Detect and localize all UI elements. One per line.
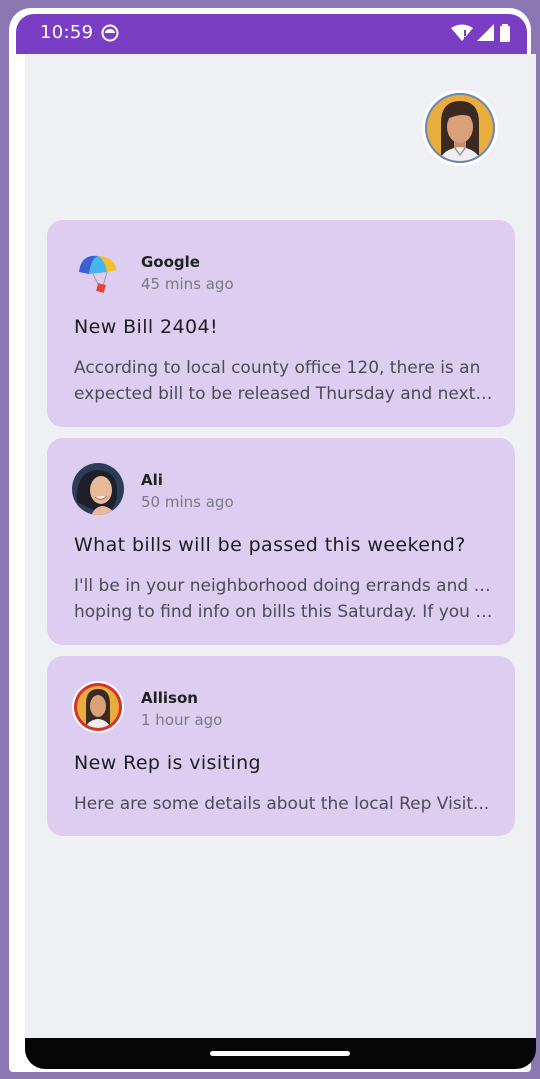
google-logo-icon: [79, 255, 117, 293]
cell-signal-icon: [477, 24, 494, 41]
sender-avatar: [72, 463, 124, 515]
notification-app-icon: [101, 24, 119, 42]
email-subject: New Bill 2404!: [74, 316, 218, 338]
email-preview: I'll be in your neighborhood doing erran…: [74, 573, 494, 625]
email-preview-line: Here are some details about the local Re…: [74, 794, 490, 814]
email-time: 1 hour ago: [141, 711, 223, 729]
status-icons: [451, 24, 511, 42]
email-card[interactable]: Ali 50 mins ago What bills will be passe…: [47, 438, 515, 645]
email-card[interactable]: Google 45 mins ago New Bill 2404! Accord…: [47, 220, 515, 427]
sender-avatar: [72, 681, 124, 733]
email-preview: Here are some details about the local Re…: [74, 791, 494, 817]
sender-name: Allison: [141, 689, 198, 707]
email-card[interactable]: Allison 1 hour ago New Rep is visiting H…: [47, 656, 515, 836]
profile-avatar[interactable]: [421, 89, 499, 167]
email-preview-line: I'll be in your neighborhood doing erran…: [74, 576, 494, 596]
email-preview-line: According to local county office 120, th…: [74, 358, 481, 378]
status-time: 10:59: [40, 22, 94, 43]
navigation-bar: [25, 1038, 536, 1069]
wifi-icon: [451, 24, 473, 41]
sender-name: Ali: [141, 471, 163, 489]
email-subject: New Rep is visiting: [74, 752, 261, 774]
email-preview: According to local county office 120, th…: [74, 355, 494, 407]
home-gesture-handle[interactable]: [210, 1051, 350, 1056]
sender-name: Google: [141, 253, 200, 271]
status-bar: 10:59: [16, 14, 527, 54]
email-preview-line: hoping to find info on bills this Saturd…: [74, 602, 494, 622]
email-preview-line: expected bill to be released Thursday an…: [74, 384, 494, 404]
battery-icon: [500, 24, 510, 42]
email-time: 50 mins ago: [141, 493, 234, 511]
email-time: 45 mins ago: [141, 275, 234, 293]
email-subject: What bills will be passed this weekend?: [74, 534, 466, 556]
